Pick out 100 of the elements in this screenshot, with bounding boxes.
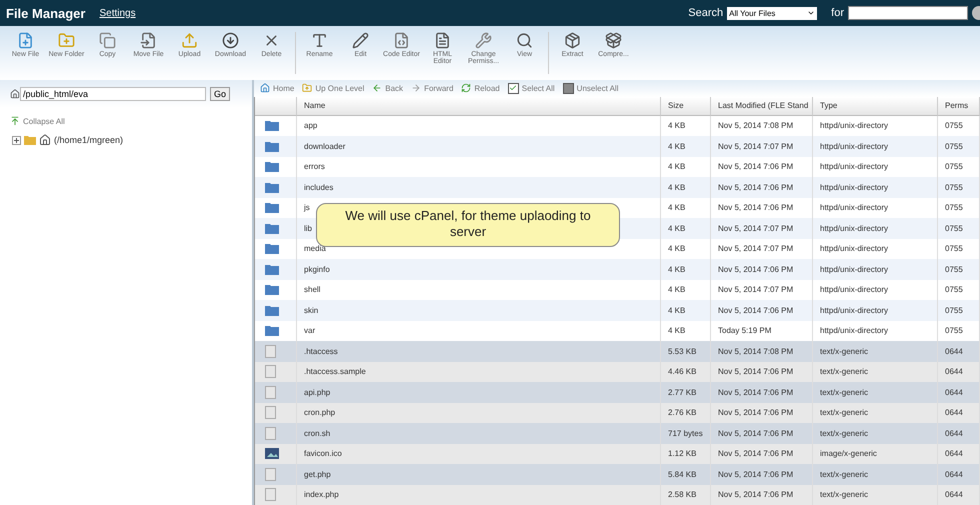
collapse-icon — [10, 116, 20, 126]
modified-cell: Nov 5, 2014 7:08 PM — [711, 116, 813, 136]
perms-cell: 0755 — [938, 136, 980, 156]
file-name-cell[interactable]: pkginfo — [297, 259, 661, 280]
nav-button[interactable]: Forward — [411, 83, 454, 94]
search-field[interactable] — [848, 6, 968, 20]
type-cell: text/x-generic — [813, 484, 938, 505]
type-cell: httpd/unix-directory — [813, 280, 938, 300]
file-icon — [265, 344, 276, 358]
column-header[interactable]: Size — [661, 96, 711, 116]
nav-button[interactable]: Unselect All — [562, 82, 618, 94]
perms-cell: 0755 — [938, 156, 980, 177]
path-field[interactable]: /public_html/eva — [20, 87, 206, 101]
folder-icon — [24, 136, 36, 144]
type-cell: text/x-generic — [813, 402, 938, 423]
forward-arrow-icon — [411, 83, 422, 94]
file-name-cell[interactable]: api.php — [297, 382, 661, 402]
perms-cell: 0644 — [938, 484, 980, 505]
column-header[interactable]: Name — [297, 96, 661, 116]
size-cell: 4 KB — [661, 280, 711, 300]
modified-cell: Nov 5, 2014 7:06 PM — [711, 259, 813, 280]
nav-button[interactable]: Up One Level — [302, 83, 364, 94]
file-icon — [265, 406, 276, 420]
search-label: Search — [688, 7, 724, 19]
modified-cell: Nov 5, 2014 7:08 PM — [711, 341, 813, 362]
size-cell: 4 KB — [661, 320, 711, 341]
modified-cell: Nov 5, 2014 7:07 PM — [711, 238, 813, 259]
nav-button[interactable]: Reload — [461, 83, 500, 94]
collapse-all-button[interactable]: Collapse All — [10, 116, 65, 126]
file-name-cell[interactable]: cron.php — [297, 402, 661, 423]
modified-cell: Nov 5, 2014 7:06 PM — [711, 198, 813, 218]
tree-item[interactable]: (/home1/mgreen) — [54, 135, 124, 145]
reload-icon — [461, 83, 472, 94]
file-name-cell[interactable]: shell — [297, 280, 661, 300]
type-cell: httpd/unix-directory — [813, 300, 938, 320]
type-cell: httpd/unix-directory — [813, 136, 938, 156]
home-icon — [260, 83, 270, 94]
file-name-cell[interactable]: includes — [297, 177, 661, 198]
expand-toggle[interactable] — [12, 136, 21, 144]
nav-button[interactable]: Select All — [508, 82, 555, 94]
column-header[interactable]: Perms — [938, 96, 980, 116]
file-name-cell[interactable]: index.php — [297, 484, 661, 505]
folder-icon — [265, 284, 279, 296]
type-cell: httpd/unix-directory — [813, 218, 938, 238]
search-scope-select[interactable]: All Your Files — [727, 6, 818, 20]
perms-cell: 0644 — [938, 423, 980, 444]
file-name-cell[interactable]: cron.sh — [297, 423, 661, 444]
checkbox[interactable] — [562, 82, 574, 94]
file-icon — [265, 365, 276, 378]
settings-link[interactable]: Settings — [99, 8, 136, 18]
size-cell: 4 KB — [661, 116, 711, 136]
perms-cell: 0644 — [938, 444, 980, 464]
type-cell: text/x-generic — [813, 382, 938, 402]
file-name-cell[interactable]: errors — [297, 156, 661, 177]
file-name-cell[interactable]: app — [297, 116, 661, 136]
folder-icon — [265, 222, 279, 234]
nav-button[interactable]: Home — [260, 83, 294, 94]
perms-cell: 0755 — [938, 198, 980, 218]
column-header[interactable]: Last Modified (FLE Stand — [711, 96, 813, 116]
modified-cell: Nov 5, 2014 7:06 PM — [711, 402, 813, 423]
type-cell: httpd/unix-directory — [813, 156, 938, 177]
perms-cell: 0644 — [938, 362, 980, 382]
file-name-cell[interactable]: favicon.ico — [297, 444, 661, 464]
perms-cell: 0755 — [938, 238, 980, 259]
perms-cell: 0755 — [938, 280, 980, 300]
package-icon — [564, 32, 581, 49]
size-cell: 2.77 KB — [661, 382, 711, 402]
code-icon — [393, 32, 410, 49]
modified-cell: Nov 5, 2014 7:06 PM — [711, 156, 813, 177]
search-icon — [516, 32, 533, 49]
modified-cell: Nov 5, 2014 7:06 PM — [711, 382, 813, 402]
checkbox[interactable] — [508, 82, 519, 94]
app-title: File Manager — [6, 6, 86, 20]
file-name-cell[interactable]: .htaccess.sample — [297, 362, 661, 382]
rename-icon — [311, 32, 328, 49]
nav-button[interactable]: Back — [372, 83, 404, 94]
file-name-cell[interactable]: var — [297, 320, 661, 341]
file-name-cell[interactable]: .htaccess — [297, 341, 661, 362]
size-cell: 4 KB — [661, 300, 711, 320]
size-cell: 4 KB — [661, 218, 711, 238]
type-cell: httpd/unix-directory — [813, 259, 938, 280]
perms-cell: 0755 — [938, 259, 980, 280]
file-name-cell[interactable]: downloader — [297, 136, 661, 156]
size-cell: 5.53 KB — [661, 341, 711, 362]
folder-icon — [265, 182, 279, 193]
folder-icon — [265, 140, 279, 152]
go-button[interactable]: Go — [210, 87, 230, 101]
perms-cell: 0755 — [938, 116, 980, 136]
perms-cell: 0755 — [938, 218, 980, 238]
home-icon — [10, 89, 20, 99]
file-name-cell[interactable]: skin — [297, 300, 661, 320]
type-cell: text/x-generic — [813, 423, 938, 444]
column-header[interactable]: Type — [813, 96, 938, 116]
file-name-cell[interactable]: get.php — [297, 464, 661, 484]
folder-icon — [265, 202, 279, 214]
folder-icon — [265, 304, 279, 316]
file-icon — [265, 426, 276, 440]
package-icon — [605, 32, 622, 49]
file-icon — [265, 386, 276, 399]
size-cell: 4.46 KB — [661, 362, 711, 382]
